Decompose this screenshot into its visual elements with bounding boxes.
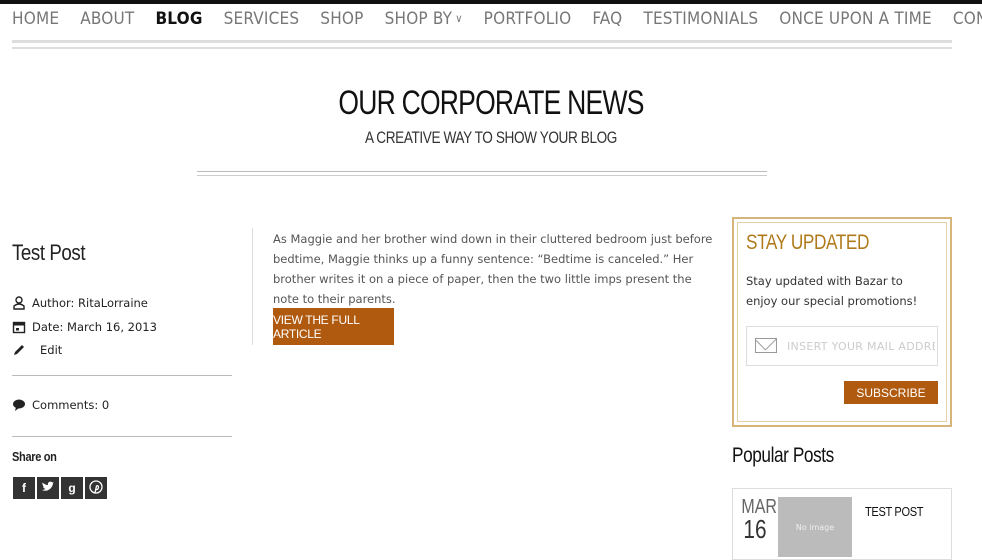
- popular-post-title[interactable]: TEST POST: [865, 504, 923, 519]
- popular-post-day: 16: [743, 514, 767, 544]
- share-buttons: f g: [13, 477, 109, 499]
- calendar-icon: [12, 320, 26, 334]
- newsletter-text: Stay updated with Bazar to enjoy our spe…: [746, 274, 918, 308]
- popular-posts-title: Popular Posts: [732, 444, 834, 467]
- subscribe-button[interactable]: SUBSCRIBE: [844, 381, 938, 404]
- nav-faq[interactable]: FAQ: [592, 9, 622, 29]
- pencil-icon: [12, 343, 26, 357]
- newsletter-title: STAY UPDATED: [746, 231, 869, 254]
- main-nav: HOME ABOUT BLOG SERVICES SHOP SHOP BY ∨ P…: [12, 4, 982, 34]
- email-field[interactable]: [746, 326, 938, 366]
- nav-about[interactable]: ABOUT: [80, 9, 134, 29]
- pinterest-share-button[interactable]: [85, 477, 107, 499]
- page-title: OUR CORPORATE NEWS: [338, 84, 644, 122]
- nav-contact[interactable]: CONTACT: [953, 9, 982, 29]
- share-label: Share on: [12, 449, 57, 464]
- comment-icon: [12, 398, 26, 412]
- google-plus-icon: g: [68, 481, 76, 495]
- nav-portfolio[interactable]: PORTFOLIO: [484, 9, 572, 29]
- nav-divider-top: [12, 40, 952, 46]
- post-comments[interactable]: Comments: 0: [12, 398, 109, 412]
- nav-services[interactable]: SERVICES: [224, 9, 300, 29]
- post-excerpt: As Maggie and her brother wind down in t…: [273, 232, 713, 306]
- meta-divider-2: [12, 436, 232, 437]
- nav-shop[interactable]: SHOP: [320, 9, 363, 29]
- nav-shop-by-label: SHOP BY: [384, 9, 453, 29]
- edit-link[interactable]: Edit: [40, 343, 62, 357]
- title-divider-bottom: [197, 175, 767, 176]
- post-author: Author: RitaLorraine: [12, 296, 148, 310]
- nav-shop-by[interactable]: SHOP BY ∨: [385, 9, 463, 29]
- nav-home[interactable]: HOME: [12, 9, 59, 29]
- pinterest-icon: [89, 479, 103, 497]
- column-divider: [252, 228, 253, 345]
- page-subtitle: A CREATIVE WAY TO SHOW YOUR BLOG: [365, 128, 617, 147]
- email-input[interactable]: [787, 336, 935, 356]
- popular-post-thumbnail[interactable]: No image: [778, 497, 852, 557]
- title-divider-top: [197, 171, 767, 172]
- view-full-article-button[interactable]: VIEW THE FULL ARTICLE: [273, 308, 394, 345]
- nav-once-upon-a-time[interactable]: ONCE UPON A TIME: [779, 9, 932, 29]
- nav-blog[interactable]: BLOG: [155, 9, 202, 29]
- meta-divider-1: [12, 375, 232, 376]
- facebook-icon: f: [22, 481, 26, 495]
- post-edit[interactable]: Edit: [12, 343, 62, 357]
- user-icon: [12, 296, 26, 310]
- author-text: Author: RitaLorraine: [32, 296, 148, 310]
- post-date: Date: March 16, 2013: [12, 320, 157, 334]
- popular-post-date: MAR 16: [738, 496, 777, 544]
- google-plus-share-button[interactable]: g: [61, 477, 83, 499]
- twitter-icon: [41, 481, 55, 496]
- nav-divider-bottom: [12, 47, 952, 52]
- twitter-share-button[interactable]: [37, 477, 59, 499]
- comments-text: Comments: 0: [32, 398, 110, 412]
- date-text: Date: March 16, 2013: [32, 320, 157, 334]
- facebook-share-button[interactable]: f: [13, 477, 35, 499]
- post-title[interactable]: Test Post: [12, 240, 86, 266]
- envelope-icon: [755, 338, 777, 353]
- chevron-down-icon: ∨: [455, 12, 463, 25]
- nav-testimonials[interactable]: TESTIMONIALS: [643, 9, 758, 29]
